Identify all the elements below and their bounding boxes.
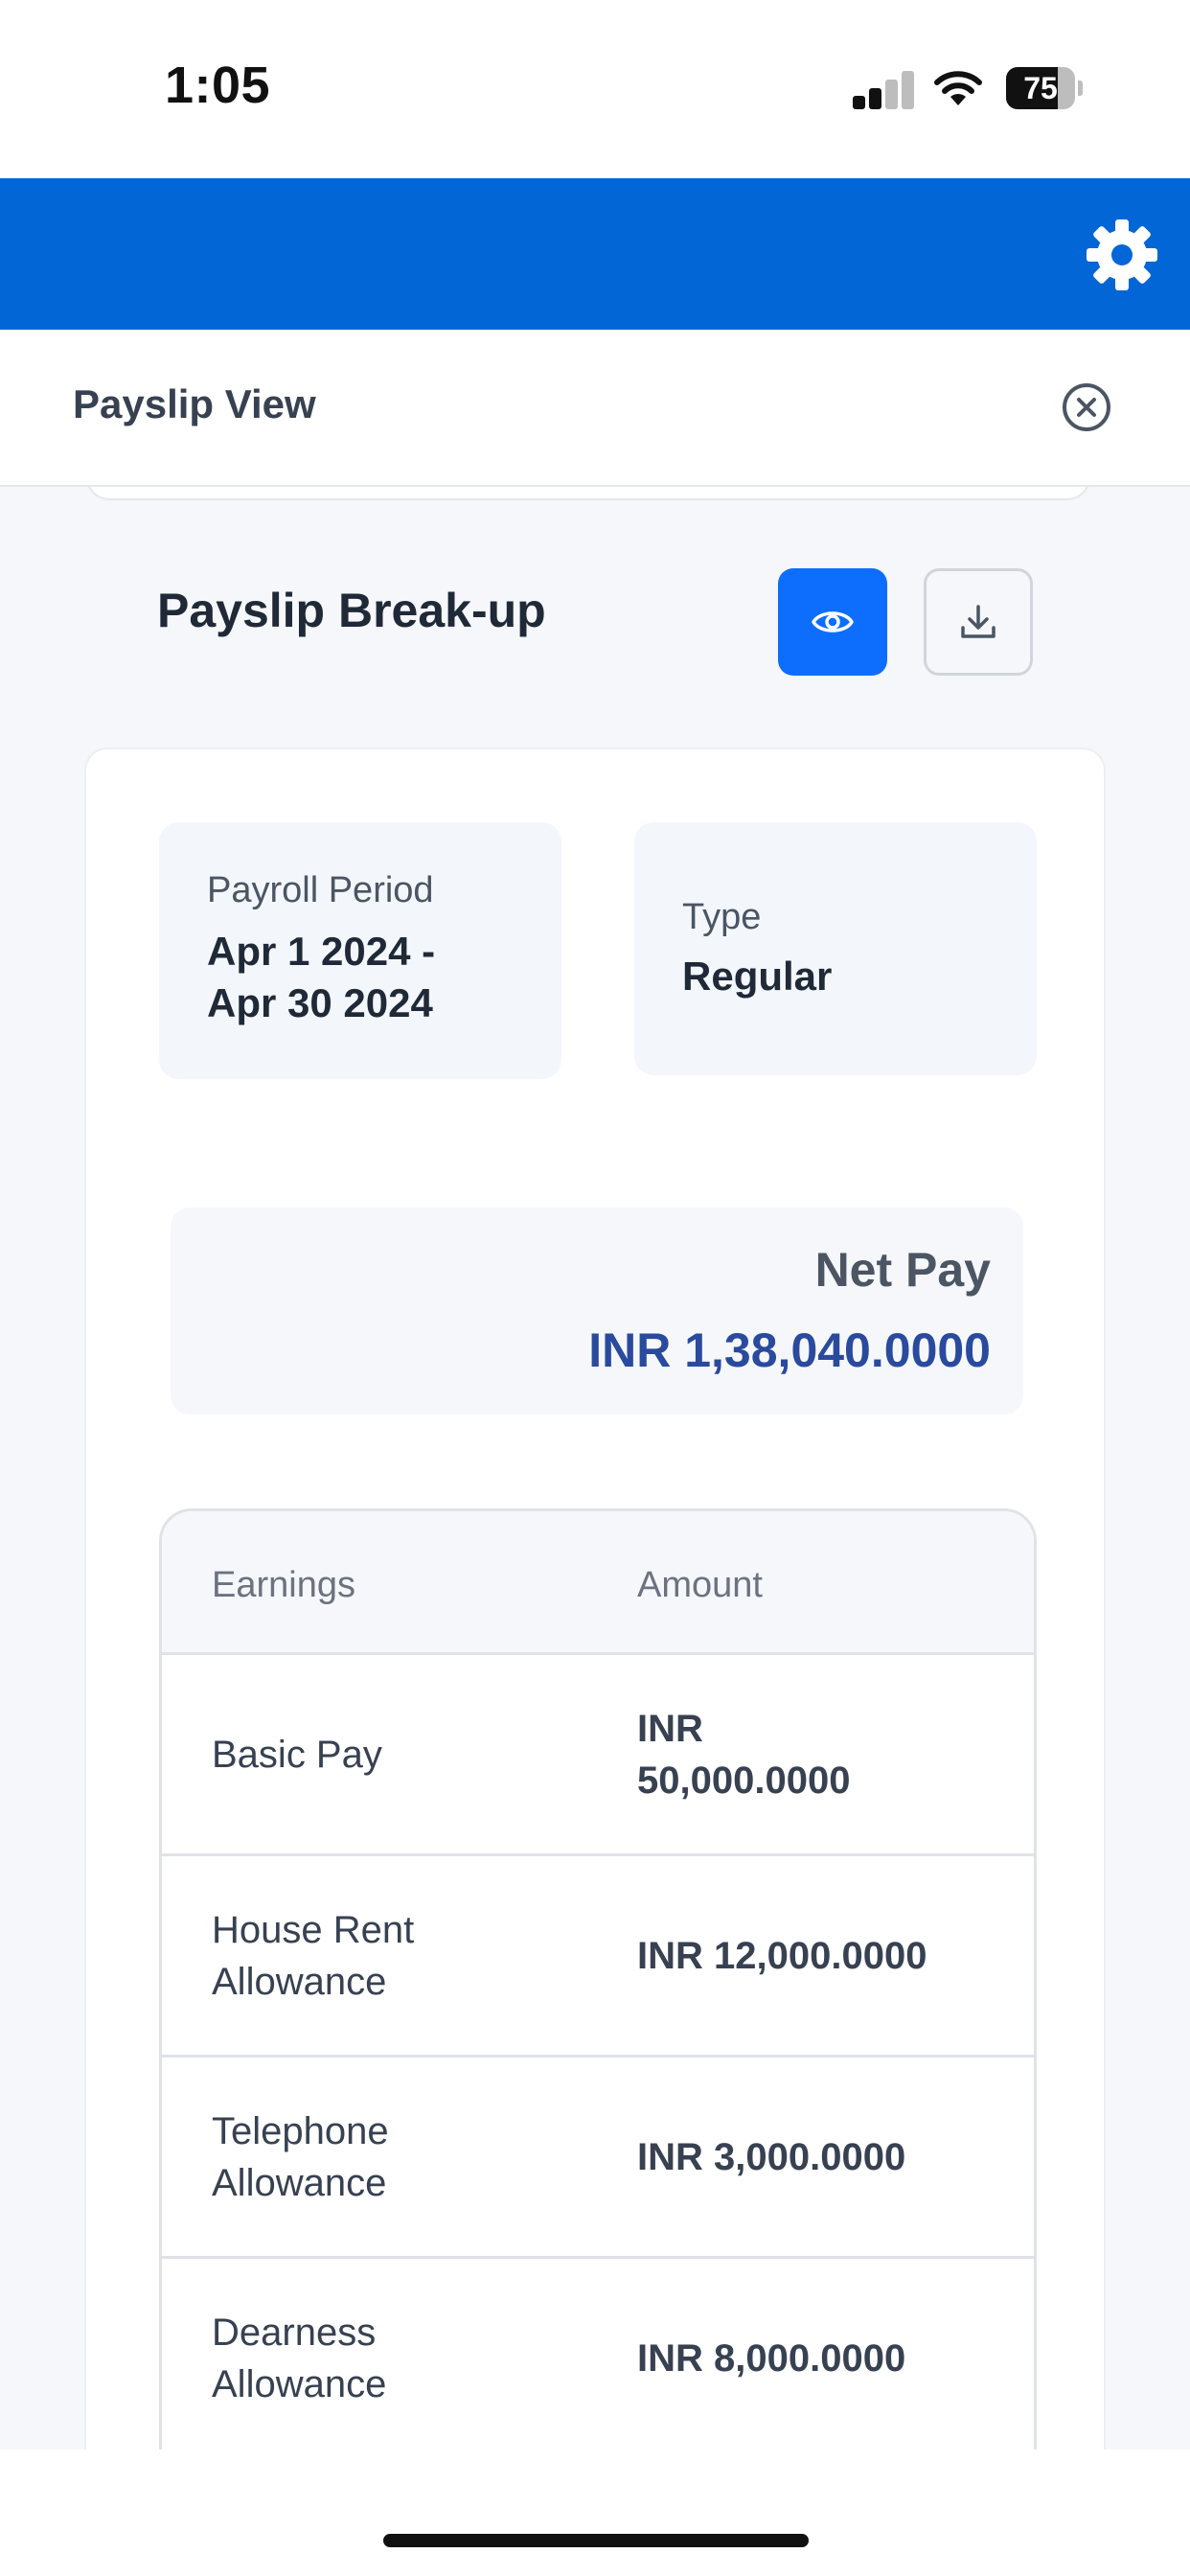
table-row: Dearness Allowance INR 8,000.0000 [162,2259,1034,2450]
status-bar: 1:05 75 [0,0,1190,178]
table-row: Basic Pay INR 50,000.0000 [162,1655,1034,1856]
earning-amount-currency: INR [637,1707,703,1750]
amount-header: Amount [637,1565,763,1605]
home-indicator[interactable] [383,2534,809,2547]
earning-name-line2: Allowance [212,1960,387,2003]
table-header: Earnings Amount [162,1511,1034,1655]
earning-name: Telephone Allowance [212,2058,576,2256]
earning-amount: INR 8,000.0000 [637,2259,1020,2450]
breakup-title: Payslip Break-up [157,584,546,637]
earning-amount: INR 12,000.0000 [637,1856,1020,2055]
earning-name-line1: Dearness [212,2311,377,2354]
payroll-period-end: Apr 30 2024 [207,980,433,1025]
type-label: Type [682,897,762,937]
previous-card-edge [86,487,1090,500]
table-row: House Rent Allowance INR 12,000.0000 [162,1856,1034,2058]
payroll-period-box: Payroll Period Apr 1 2024 - Apr 30 2024 [159,822,561,1079]
payroll-period-label: Payroll Period [207,870,434,910]
type-value: Regular [682,954,833,999]
earning-amount-text: INR 50,000.0000 [637,1703,850,1806]
download-icon [961,605,995,638]
earning-name-line2: Allowance [212,2161,387,2204]
net-pay-box: Net Pay INR 1,38,040.0000 [171,1208,1023,1414]
net-pay-label: Net Pay [814,1243,991,1297]
eye-icon [812,611,854,632]
net-pay-value: INR 1,38,040.0000 [588,1323,991,1377]
earnings-table: Earnings Amount Basic Pay INR 50,000.000… [159,1508,1037,2450]
earning-name-line1: House Rent [212,1908,415,1951]
payslip-card: Payroll Period Apr 1 2024 - Apr 30 2024 … [84,748,1106,2450]
earnings-header: Earnings [212,1565,355,1605]
earning-amount-text: INR 8,000.0000 [637,2336,906,2380]
earning-name-text: House Rent Allowance [212,1904,414,2008]
download-payslip-button[interactable] [924,568,1033,676]
cellular-signal-icon [853,71,914,109]
payslip-screen: 1:05 75 Payslip View Payslip Break-up Pa… [0,0,1190,2576]
battery-icon: 75 [1006,67,1083,109]
status-time: 1:05 [165,57,271,114]
gear-icon[interactable] [1083,216,1161,294]
earning-name-line2: Allowance [212,2362,387,2405]
payroll-period-start: Apr 1 2024 - [207,929,436,974]
wifi-icon [934,71,982,105]
earning-name: Basic Pay [212,1655,576,1853]
close-icon[interactable] [1062,382,1111,432]
app-bar [0,178,1190,330]
earning-amount: INR 50,000.0000 [637,1655,1020,1853]
earning-name-text: Basic Pay [212,1733,382,1776]
earning-name-line1: Telephone [212,2109,389,2152]
table-row: Telephone Allowance INR 3,000.0000 [162,2058,1034,2259]
earning-name: Dearness Allowance [212,2259,576,2450]
payslip-content: Payslip Break-up Payroll Period Apr 1 20… [0,487,1190,2450]
earning-amount: INR 3,000.0000 [637,2058,1020,2256]
view-payslip-button[interactable] [778,568,887,676]
earning-name-text: Dearness Allowance [212,2307,386,2410]
earning-name-text: Telephone Allowance [212,2105,389,2209]
earning-amount-text: INR 3,000.0000 [637,2135,906,2178]
battery-percent: 75 [1023,71,1058,105]
sheet-title: Payslip View [73,381,316,426]
type-box: Type Regular [634,822,1037,1075]
earning-name: House Rent Allowance [212,1856,576,2055]
earning-amount-number: 50,000.0000 [637,1759,851,1802]
earning-amount-text: INR 12,000.0000 [637,1934,927,1977]
home-area [0,2450,1190,2576]
